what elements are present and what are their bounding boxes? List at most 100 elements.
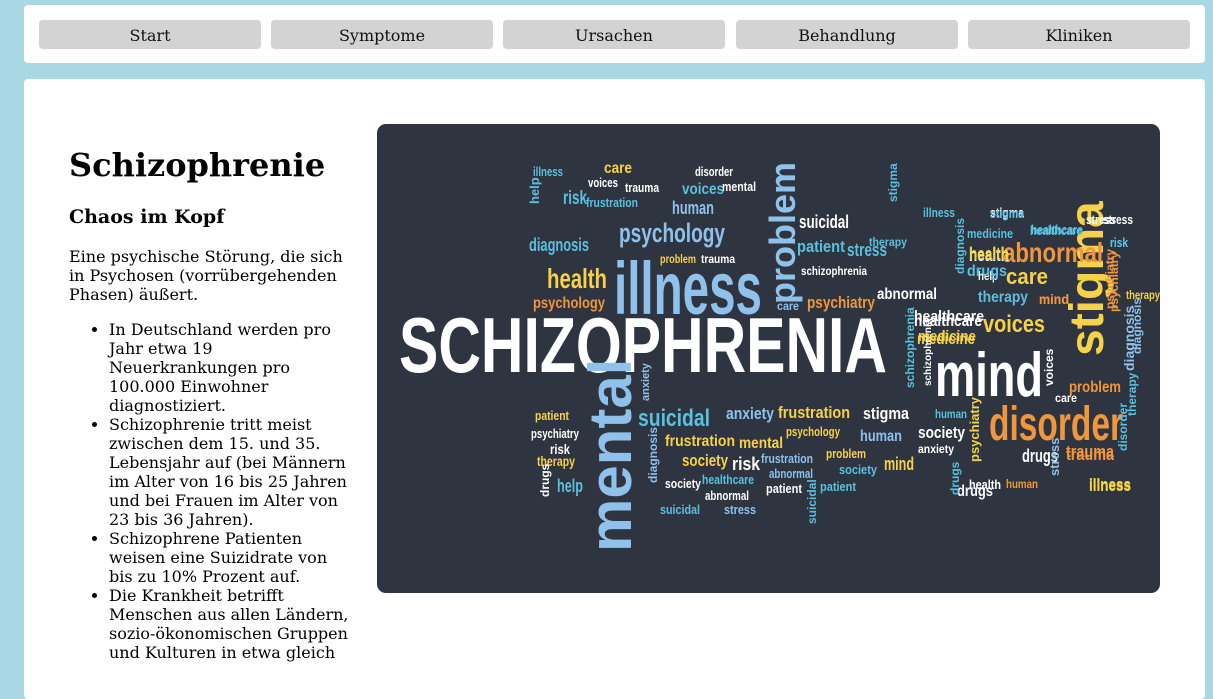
wordcloud-word: human bbox=[1006, 477, 1038, 491]
wordcloud-word: mental bbox=[722, 179, 756, 194]
wordcloud-word: psychiatry bbox=[807, 293, 875, 312]
wordcloud-word: society bbox=[918, 423, 965, 442]
wordcloud-word: patient bbox=[820, 479, 857, 494]
wordcloud-word: suicidal bbox=[799, 212, 849, 232]
nav-kliniken-button[interactable]: Kliniken bbox=[968, 20, 1190, 49]
schizophrenia-wordcloud-image: SCHIZOPHRENIA mental illness problem psychol… bbox=[377, 124, 1160, 593]
wordcloud-word: frustration bbox=[665, 433, 735, 450]
wordcloud-word: drugs bbox=[538, 463, 552, 497]
wordcloud-word: therapy bbox=[869, 235, 907, 249]
wordcloud-word: help bbox=[557, 476, 583, 496]
wordcloud-word: stigma bbox=[886, 163, 900, 202]
wordcloud-word: care bbox=[777, 299, 799, 313]
wordcloud-word: therapy bbox=[1126, 288, 1160, 302]
wordcloud-word: mind bbox=[884, 454, 914, 474]
wordcloud-word: psychiatry bbox=[967, 396, 982, 462]
list-item: Schizophrene Patienten weisen eine Suizi… bbox=[109, 529, 349, 586]
wordcloud-word: risk bbox=[732, 454, 761, 474]
wordcloud-word: psychology bbox=[533, 295, 605, 312]
intro-paragraph: Eine psychische Störung, die sich in Psy… bbox=[69, 247, 343, 304]
wordcloud-svg: SCHIZOPHRENIAmentalillness problempsychol… bbox=[399, 160, 1160, 552]
wordcloud-word: drugs bbox=[948, 461, 962, 495]
wordcloud-word: psychiatry bbox=[531, 426, 580, 441]
page-subtitle: Chaos im Kopf bbox=[69, 206, 225, 228]
wordcloud-word: stress bbox=[724, 502, 756, 517]
wordcloud-word: illness bbox=[923, 205, 955, 220]
wordcloud-word: disorder bbox=[1116, 403, 1130, 451]
nav-behandlung-button[interactable]: Behandlung bbox=[736, 20, 958, 49]
wordcloud-word: medicine bbox=[967, 226, 1013, 241]
wordcloud-word: problem bbox=[660, 252, 696, 266]
wordcloud-word: psychology bbox=[786, 424, 841, 439]
wordcloud-word: trauma bbox=[625, 180, 660, 195]
wordcloud-word: healthcare bbox=[702, 472, 754, 487]
wordcloud-word: diagnosis bbox=[953, 218, 967, 274]
top-navigation: Start Symptome Ursachen Behandlung Klini… bbox=[24, 5, 1205, 63]
wordcloud-word: human bbox=[860, 428, 902, 445]
wordcloud-word: diagnosis bbox=[529, 235, 589, 255]
wordcloud-word: diagnosis bbox=[1130, 298, 1144, 354]
wordcloud-word: patient bbox=[797, 237, 845, 256]
wordcloud-word: anxiety bbox=[640, 362, 652, 401]
list-item: In Deutschland werden pro Jahr etwa 19 N… bbox=[109, 320, 349, 415]
wordcloud-word: health bbox=[547, 263, 607, 294]
wordcloud-word: human bbox=[935, 407, 967, 421]
wordcloud-word: society bbox=[682, 451, 728, 470]
wordcloud-word: psychiatry bbox=[1103, 249, 1117, 309]
wordcloud-word: care bbox=[1006, 264, 1048, 289]
content-panel: Schizophrenie Chaos im Kopf Eine psychis… bbox=[24, 79, 1205, 699]
wordcloud-word: mind bbox=[1039, 291, 1069, 307]
facts-list: In Deutschland werden pro Jahr etwa 19 N… bbox=[69, 320, 349, 662]
wordcloud-word: patient bbox=[535, 408, 570, 423]
wordcloud-word: trauma bbox=[701, 252, 735, 266]
wordcloud-word: frustration bbox=[586, 195, 638, 210]
wordcloud-word: drugs bbox=[967, 263, 1007, 280]
wordcloud-word: society bbox=[665, 476, 702, 491]
wordcloud-word: stigma bbox=[863, 404, 909, 423]
wordcloud-word: help bbox=[527, 177, 542, 204]
nav-start-button[interactable]: Start bbox=[39, 20, 261, 49]
wordcloud-word: medicine bbox=[918, 328, 976, 345]
wordcloud-word: problem bbox=[762, 162, 803, 304]
wordcloud-word: disorder bbox=[695, 164, 733, 179]
wordcloud-word: therapy bbox=[978, 289, 1028, 306]
nav-symptome-button[interactable]: Symptome bbox=[271, 20, 493, 49]
wordcloud-word: stigma bbox=[990, 206, 1025, 221]
wordcloud-word: problem bbox=[826, 446, 866, 461]
wordcloud-word: society bbox=[839, 462, 878, 477]
wordcloud-word: voices bbox=[588, 175, 618, 190]
wordcloud-word: voices bbox=[682, 181, 724, 198]
wordcloud-word: healthcare bbox=[914, 308, 984, 325]
wordcloud-word: schizophrenia bbox=[801, 264, 867, 278]
wordcloud-word: problem bbox=[1069, 379, 1121, 396]
wordcloud-word: suicidal bbox=[660, 502, 700, 517]
nav-ursachen-button[interactable]: Ursachen bbox=[503, 20, 725, 49]
wordcloud-word: anxiety bbox=[726, 404, 774, 423]
wordcloud-word: psychology bbox=[619, 218, 725, 248]
list-item: Die Krankheit betrifft Menschen aus alle… bbox=[109, 586, 349, 662]
wordcloud-word: diagnosis bbox=[646, 427, 660, 483]
wordcloud-word: stress bbox=[1047, 438, 1062, 476]
wordcloud-word: anxiety bbox=[918, 442, 954, 456]
wordcloud-word: abnormal bbox=[769, 466, 813, 481]
wordcloud-word: illness bbox=[533, 164, 563, 179]
wordcloud-word: patient bbox=[766, 481, 803, 496]
list-item: Schizophrenie tritt meist zwischen dem 1… bbox=[109, 415, 349, 529]
wordcloud-word: human bbox=[672, 198, 714, 218]
wordcloud-word: illness bbox=[1089, 476, 1131, 495]
wordcloud-word: stress bbox=[1103, 212, 1133, 227]
wordcloud-word: trauma bbox=[1066, 442, 1114, 461]
wordcloud-word: abnormal bbox=[877, 286, 937, 303]
wordcloud-word: voices bbox=[1042, 348, 1056, 386]
wordcloud-word: mental bbox=[739, 435, 783, 452]
wordcloud-word: suicidal bbox=[805, 479, 819, 524]
page-title: Schizophrenie bbox=[69, 146, 326, 184]
wordcloud-word: health bbox=[969, 244, 1009, 264]
wordcloud-word: healthcare bbox=[1031, 222, 1083, 237]
wordcloud-word: health bbox=[969, 477, 1001, 492]
wordcloud-word: mental bbox=[577, 359, 644, 552]
wordcloud-word: frustration bbox=[778, 403, 850, 422]
wordcloud-word: voices bbox=[983, 311, 1045, 338]
wordcloud-word: risk bbox=[1110, 235, 1129, 250]
wordcloud-word: risk bbox=[563, 188, 587, 209]
